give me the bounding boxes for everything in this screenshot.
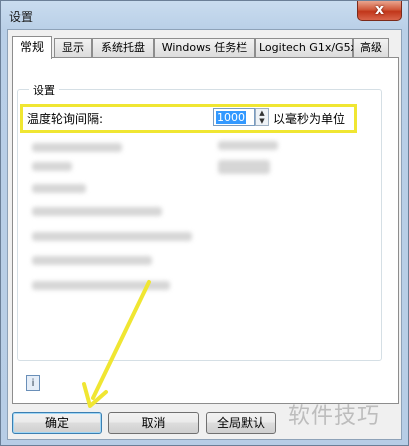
obscured-row bbox=[32, 162, 72, 171]
settings-group-title: 设置 bbox=[29, 82, 59, 98]
obscured-row bbox=[218, 160, 270, 174]
obscured-row bbox=[32, 207, 162, 216]
poll-interval-stepper[interactable]: ▲ ▼ bbox=[255, 108, 269, 126]
poll-interval-input[interactable]: 1000 bbox=[213, 108, 255, 126]
spin-up-icon[interactable]: ▲ bbox=[256, 109, 268, 117]
help-icon[interactable]: i bbox=[26, 375, 40, 391]
obscured-row bbox=[32, 184, 86, 193]
cancel-button[interactable]: 取消 bbox=[108, 412, 199, 434]
poll-interval-unit: 以毫秒为单位 bbox=[273, 112, 346, 126]
obscured-row bbox=[218, 141, 278, 150]
close-button[interactable]: x bbox=[357, 1, 402, 21]
tab-display[interactable]: 显示 bbox=[54, 38, 92, 57]
obscured-row bbox=[32, 281, 170, 290]
poll-interval-label: 温度轮询间隔: bbox=[27, 112, 104, 126]
global-defaults-button[interactable]: 全局默认 bbox=[206, 412, 276, 434]
tab-advanced[interactable]: 高级 bbox=[353, 38, 389, 57]
obscured-row bbox=[32, 256, 152, 265]
tab-general[interactable]: 常规 bbox=[12, 36, 52, 59]
tab-logitech[interactable]: Logitech G1x/G5xx bbox=[255, 38, 364, 57]
title-bar[interactable]: 设置 x bbox=[1, 1, 408, 29]
poll-interval-value: 1000 bbox=[216, 111, 246, 124]
spin-down-icon[interactable]: ▼ bbox=[256, 117, 268, 125]
ok-button[interactable]: 确定 bbox=[12, 412, 102, 434]
obscured-row bbox=[32, 143, 122, 152]
tab-strip: 常规 显示 系统托盘 Windows 任务栏 Logitech G1x/G5xx… bbox=[12, 36, 402, 59]
watermark-text: 软件技巧 bbox=[288, 404, 381, 429]
obscured-row bbox=[32, 232, 192, 241]
tab-system-tray[interactable]: 系统托盘 bbox=[92, 38, 154, 57]
window-title: 设置 bbox=[9, 10, 34, 24]
tab-windows-taskbar[interactable]: Windows 任务栏 bbox=[154, 38, 255, 57]
